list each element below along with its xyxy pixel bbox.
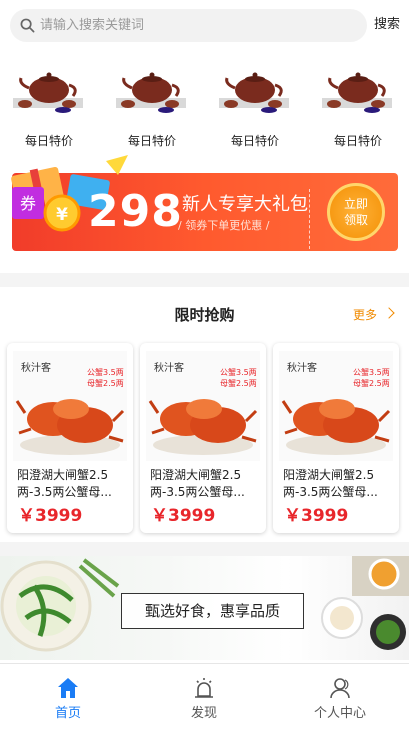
product-card[interactable]: 秋汁客 公蟹3.5两 母蟹2.5两 阳澄湖大闸蟹2.5两-3.5两公蟹母... …: [140, 343, 266, 533]
promo-amount: 298: [88, 186, 183, 237]
new-user-promo-banner[interactable]: 券 ¥ 298 新人专享大礼包 / 领券下单更优惠 / 立即 领取: [0, 153, 409, 261]
claim-now-button[interactable]: 立即 领取: [327, 183, 385, 241]
category-label: 每日特价: [230, 134, 279, 148]
search-input[interactable]: 请输入搜索关键词: [10, 9, 367, 42]
home-icon: [58, 678, 78, 698]
food-quality-banner[interactable]: 甄选好食，惠享品质: [0, 556, 409, 660]
category-label: 每日特价: [333, 134, 382, 148]
tab-discover[interactable]: 发现: [136, 664, 272, 729]
category-label: 每日特价: [24, 134, 73, 148]
search-placeholder: 请输入搜索关键词: [40, 18, 145, 33]
tab-label: 发现: [190, 706, 217, 721]
svg-text:母蟹2.5两: 母蟹2.5两: [87, 378, 124, 388]
tab-profile[interactable]: 个人中心: [272, 664, 408, 729]
app-page: 请输入搜索关键词 搜索 每日特价 每日特价 每日特价 每日特价 券 ¥ 298 …: [0, 0, 409, 729]
product-name: 阳澄湖大闸蟹2.5两-3.5两公蟹母...: [150, 468, 245, 499]
svg-text:公蟹3.5两: 公蟹3.5两: [353, 367, 390, 377]
product-name: 阳澄湖大闸蟹2.5两-3.5两公蟹母...: [283, 468, 378, 499]
teapot-icon: [219, 72, 289, 113]
product-card[interactable]: 秋汁客 公蟹3.5两 母蟹2.5两 阳澄湖大闸蟹2.5两-3.5两公蟹母... …: [273, 343, 399, 533]
flash-sale-header: 限时抢购 更多: [0, 287, 409, 339]
tab-label: 个人中心: [313, 706, 366, 721]
product-price: ￥3999: [284, 506, 349, 526]
search-bar: 请输入搜索关键词 搜索: [0, 0, 409, 52]
crab-product-image: 秋汁客 公蟹3.5两 母蟹2.5两: [13, 351, 127, 461]
svg-text:秋汁客: 秋汁客: [154, 361, 184, 374]
category-label: 每日特价: [127, 134, 176, 148]
flash-sale-title: 限时抢购: [174, 306, 235, 324]
more-link[interactable]: 更多: [353, 306, 395, 323]
section-divider: [0, 542, 409, 556]
crab-product-image: 秋汁客 公蟹3.5两 母蟹2.5两: [146, 351, 260, 461]
category-item[interactable]: 每日特价: [318, 56, 408, 156]
bottom-tab-bar: 首页 发现 个人中心: [0, 663, 409, 729]
product-card[interactable]: 秋汁客 公蟹3.5两 母蟹2.5两 阳澄湖大闸蟹2.5两-3.5两公蟹母... …: [7, 343, 133, 533]
discover-icon: [195, 678, 213, 698]
teapot-icon: [13, 72, 83, 113]
teapot-icon: [116, 72, 186, 113]
svg-text:秋汁客: 秋汁客: [21, 361, 51, 374]
svg-text:公蟹3.5两: 公蟹3.5两: [87, 367, 124, 377]
category-grid: 每日特价 每日特价 每日特价 每日特价: [0, 56, 409, 156]
search-button[interactable]: 搜索: [374, 15, 400, 35]
svg-text:¥: ¥: [56, 205, 68, 225]
category-item[interactable]: 每日特价: [112, 56, 202, 156]
svg-text:母蟹2.5两: 母蟹2.5两: [353, 378, 390, 388]
search-icon: [20, 18, 35, 33]
svg-text:母蟹2.5两: 母蟹2.5两: [220, 378, 257, 388]
slogan-frame: 甄选好食，惠享品质: [121, 593, 304, 629]
user-icon: [330, 678, 350, 699]
tab-label: 首页: [54, 706, 81, 721]
svg-text:秋汁客: 秋汁客: [287, 361, 317, 374]
coupon-tag-glyph: 券: [20, 194, 36, 213]
crab-product-image: 秋汁客 公蟹3.5两 母蟹2.5两: [279, 351, 393, 461]
promo-title: 新人专享大礼包: [182, 194, 308, 215]
promo-subtitle: / 领券下单更优惠 /: [178, 219, 270, 232]
svg-text:公蟹3.5两: 公蟹3.5两: [220, 367, 257, 377]
food-slogan: 甄选好食，惠享品质: [144, 602, 280, 620]
dishes-image: [321, 556, 409, 650]
product-name: 阳澄湖大闸蟹2.5两-3.5两公蟹母...: [17, 468, 112, 499]
category-item[interactable]: 每日特价: [9, 56, 99, 156]
product-price: ￥3999: [151, 506, 216, 526]
banner-divider: [309, 189, 310, 249]
tab-home[interactable]: 首页: [0, 664, 136, 729]
teapot-icon: [322, 72, 392, 113]
section-divider: [0, 273, 409, 287]
salad-plate-image: [0, 558, 120, 652]
category-item[interactable]: 每日特价: [215, 56, 305, 156]
product-price: ￥3999: [18, 506, 83, 526]
